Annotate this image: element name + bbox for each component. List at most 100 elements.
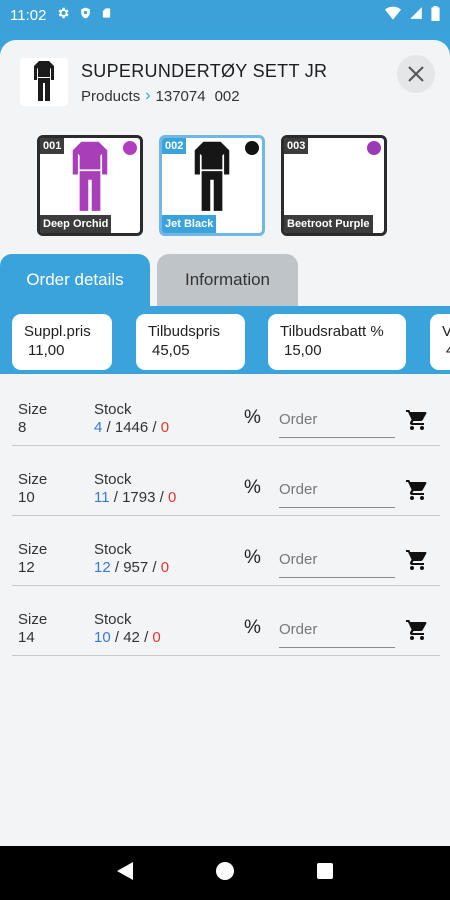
size-label: Size [18,401,48,418]
size-row: Size 8 Stock 4 / 1446 / 0 % [12,376,440,446]
stock-available: 11 [94,489,110,506]
size-label: Size [18,611,48,628]
size-row: Size 12 Stock 12 / 957 / 0 % [12,516,440,586]
status-time: 11:02 [10,6,47,24]
price-strip: Suppl.pris 11,00 Tilbudspris 45,05 Tilbu… [0,306,450,374]
order-input[interactable] [279,472,395,508]
discount-percent-button[interactable]: % [244,547,261,569]
stock-total: 42 [123,629,140,646]
variant-card-002[interactable]: 002 Jet Black [159,135,265,236]
wifi-icon [385,6,401,24]
price-label: Suppl.pris [24,323,91,340]
size-value: 12 [18,559,35,576]
size-row: Size 10 Stock 11 / 1793 / 0 % [12,446,440,516]
recents-square-icon [317,862,334,879]
close-button[interactable] [397,55,435,93]
stock-cell: Stock 4 / 1446 / 0 [94,401,169,437]
price-card-tilbudsrabatt: Tilbudsrabatt % 15,00 [268,314,406,370]
nav-back-button[interactable] [116,861,133,885]
size-value: 14 [18,629,35,646]
add-to-cart-button[interactable] [405,478,429,506]
variant-code-badge: 002 [162,138,187,154]
variant-color-swatch [245,141,259,155]
close-icon [408,66,424,82]
order-input[interactable] [279,612,395,648]
nav-recents-button[interactable] [317,862,334,884]
variant-code: 002 [214,87,240,105]
sim-card-icon [101,6,112,24]
size-cell: Size 14 [18,611,47,647]
size-label: Size [18,471,48,488]
stock-separator: / [152,559,157,576]
price-card-partial: V 4 [430,314,450,370]
tab-information[interactable]: Information [157,254,298,306]
stock-cell: Stock 11 / 1793 / 0 [94,471,176,507]
stock-available: 4 [94,419,103,436]
order-input[interactable] [279,542,395,578]
nav-home-button[interactable] [215,861,234,885]
variant-name: Deep Orchid [40,215,112,233]
stock-label: Stock [94,611,132,628]
stock-separator: / [114,629,120,646]
discount-percent-button[interactable]: % [244,407,261,429]
price-value: 15,00 [284,342,322,359]
breadcrumb-products-link[interactable]: Products [81,88,140,105]
stock-separator: / [152,419,157,436]
breadcrumb: Products › 137074 002 [81,87,240,105]
product-thumbnail [20,58,68,106]
price-value: 4 [442,341,450,360]
price-label: Tilbudsrabatt % [280,323,384,340]
cart-icon [406,480,427,500]
variant-code-badge: 003 [284,138,309,154]
home-circle-icon [215,861,234,880]
product-title: SUPERUNDERTØY SETT JR [81,61,328,81]
size-value: 10 [18,489,35,506]
stock-available: 10 [94,629,111,646]
stock-separator: / [114,559,120,576]
price-label: V [442,323,450,340]
add-to-cart-button[interactable] [405,548,429,576]
battery-icon [431,5,440,25]
variant-card-003[interactable]: 003 Beetroot Purple [281,135,387,236]
stock-cell: Stock 12 / 957 / 0 [94,541,169,577]
discount-percent-button[interactable]: % [244,617,261,639]
back-triangle-icon [116,861,133,880]
stock-separator: / [159,489,164,506]
cart-icon [406,410,427,430]
status-bar: 11:02 [0,0,450,30]
product-sheet: SUPERUNDERTØY SETT JR Products › 137074 … [0,40,450,846]
stock-label: Stock [94,471,132,488]
variant-color-swatch [123,141,137,155]
discount-percent-button[interactable]: % [244,477,261,499]
tab-bar: Order details Information [0,254,450,306]
tab-order-details[interactable]: Order details [0,254,150,306]
stock-negative: 0 [152,629,161,646]
size-value: 8 [18,419,27,436]
cart-icon [406,550,427,570]
signal-icon [409,6,423,24]
stock-separator: / [113,489,118,506]
order-input[interactable] [279,402,395,438]
stock-cell: Stock 10 / 42 / 0 [94,611,161,647]
size-label: Size [18,541,48,558]
system-nav-bar [0,846,450,900]
size-row: Size 14 Stock 10 / 42 / 0 % [12,586,440,656]
price-value: 45,05 [152,342,190,359]
variant-card-001[interactable]: 001 Deep Orchid [37,135,143,236]
size-cell: Size 12 [18,541,47,577]
stock-label: Stock [94,541,132,558]
add-to-cart-button[interactable] [405,618,429,646]
product-number: 137074 [155,87,206,105]
stock-separator: / [144,629,149,646]
stock-negative: 0 [160,419,170,436]
shield-icon [79,6,92,24]
variant-color-swatch [367,141,381,155]
price-value: 11,00 [28,342,65,359]
stock-negative: 0 [167,489,177,506]
chevron-right-icon: › [145,87,151,104]
variant-code-badge: 001 [40,138,65,154]
variant-selector: 001 Deep Orchid 002 Jet Black 003 Beetro… [37,135,387,236]
size-cell: Size 8 [18,401,47,437]
price-card-tilbudspris: Tilbudspris 45,05 [136,314,245,370]
add-to-cart-button[interactable] [405,408,429,436]
